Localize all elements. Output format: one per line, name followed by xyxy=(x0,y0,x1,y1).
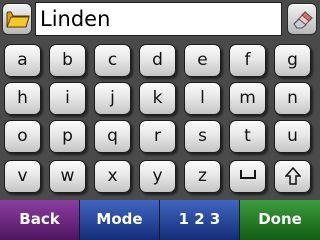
key-t[interactable]: t xyxy=(229,120,266,153)
back-button[interactable]: Back xyxy=(0,200,80,240)
key-e[interactable]: e xyxy=(184,44,221,77)
space-key[interactable] xyxy=(229,160,266,193)
numbers-button[interactable]: 1 2 3 xyxy=(160,200,240,240)
key-v[interactable]: v xyxy=(4,160,41,193)
eraser-icon xyxy=(293,11,313,29)
folder-button[interactable] xyxy=(2,3,32,35)
folder-icon xyxy=(6,11,30,28)
search-input[interactable]: Linden xyxy=(35,2,282,36)
key-w[interactable]: w xyxy=(49,160,86,193)
key-j[interactable]: j xyxy=(94,82,131,115)
key-a[interactable]: a xyxy=(4,44,41,77)
space-icon xyxy=(239,170,256,179)
key-b[interactable]: b xyxy=(49,44,86,77)
key-f[interactable]: f xyxy=(229,44,266,77)
key-z[interactable]: z xyxy=(184,160,221,193)
key-u[interactable]: u xyxy=(274,120,311,153)
key-i[interactable]: i xyxy=(49,82,86,115)
key-y[interactable]: y xyxy=(139,160,176,193)
clear-button[interactable] xyxy=(287,3,317,35)
key-m[interactable]: m xyxy=(229,82,266,115)
key-l[interactable]: l xyxy=(184,82,221,115)
key-x[interactable]: x xyxy=(94,160,131,193)
key-c[interactable]: c xyxy=(94,44,131,77)
key-o[interactable]: o xyxy=(4,120,41,153)
mode-button[interactable]: Mode xyxy=(80,200,160,240)
key-p[interactable]: p xyxy=(49,120,86,153)
key-q[interactable]: q xyxy=(94,120,131,153)
key-s[interactable]: s xyxy=(184,120,221,153)
key-d[interactable]: d xyxy=(139,44,176,77)
shift-arrow-icon xyxy=(283,166,302,185)
done-button[interactable]: Done xyxy=(240,200,320,240)
key-k[interactable]: k xyxy=(139,82,176,115)
shift-key[interactable] xyxy=(274,160,311,193)
key-r[interactable]: r xyxy=(139,120,176,153)
key-n[interactable]: n xyxy=(274,82,311,115)
key-h[interactable]: h xyxy=(4,82,41,115)
key-g[interactable]: g xyxy=(274,44,311,77)
